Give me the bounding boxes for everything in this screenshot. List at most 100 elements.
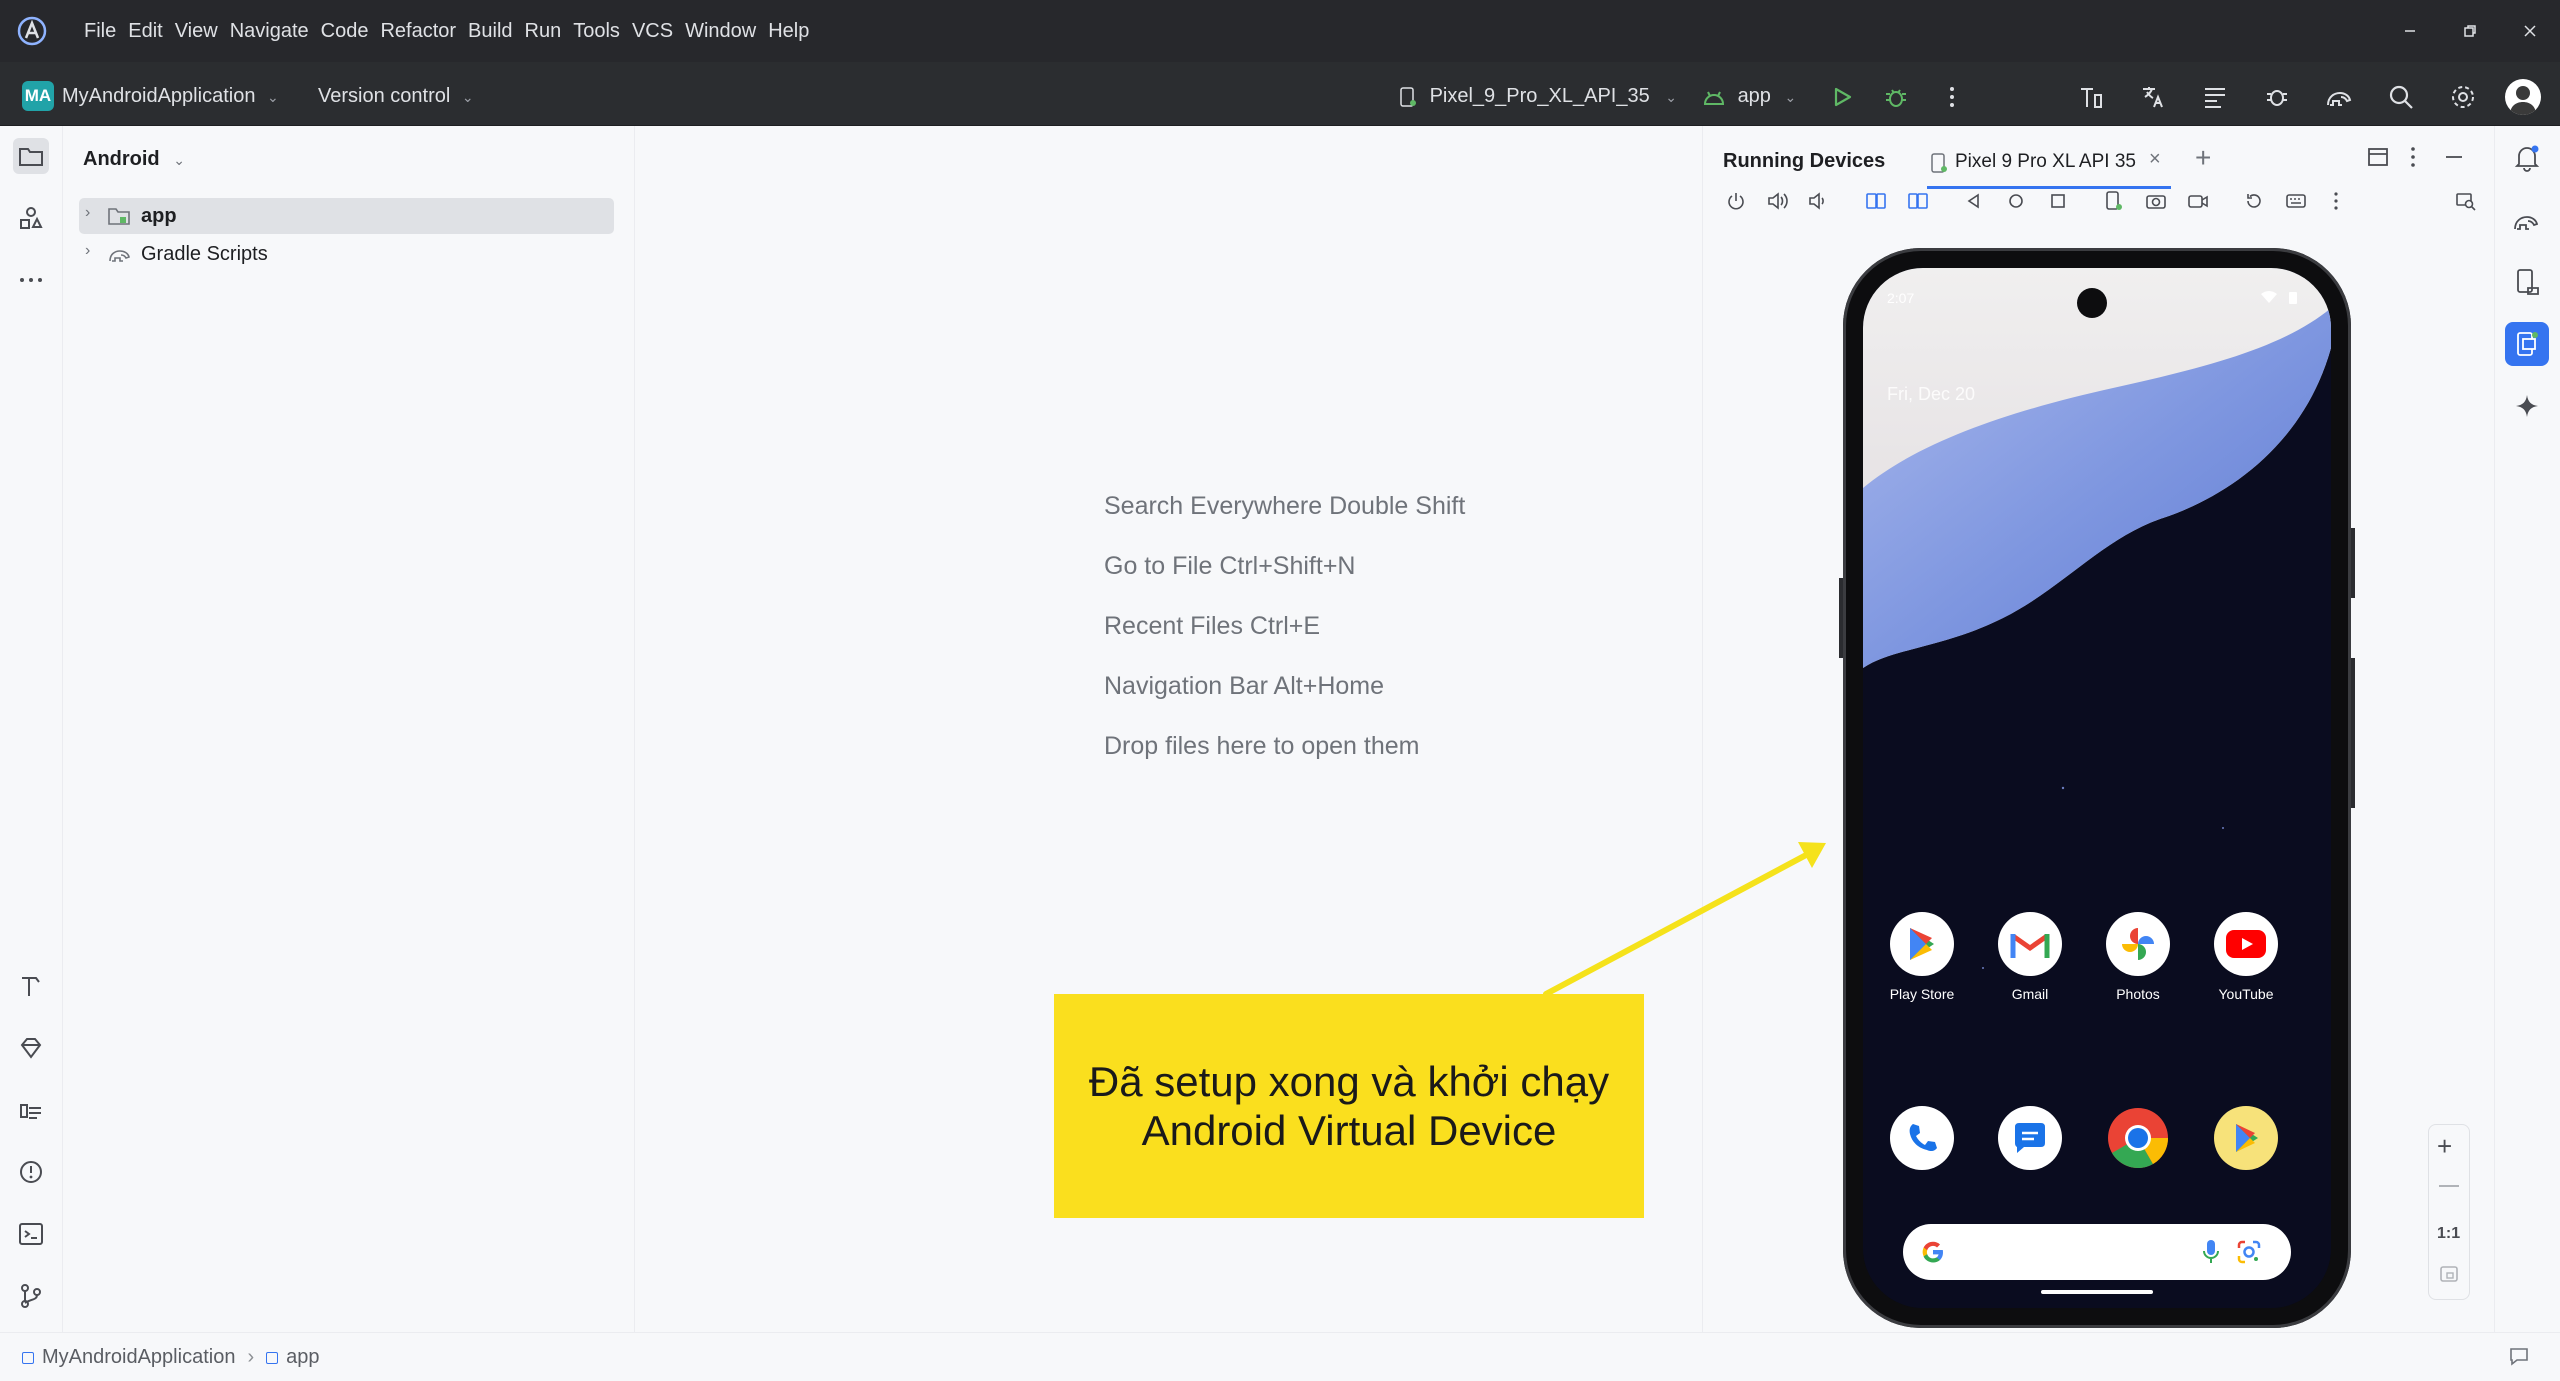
- menu-window[interactable]: Window: [685, 20, 756, 43]
- app-play-store[interactable]: Play Store: [1867, 912, 1977, 1002]
- record-screen-button[interactable]: [2183, 186, 2213, 216]
- module-folder-icon: [108, 208, 130, 225]
- rotate-left-button[interactable]: [1861, 186, 1891, 216]
- screenshot-button[interactable]: [2141, 186, 2171, 216]
- extended-controls-button[interactable]: [2281, 186, 2311, 216]
- gesture-navigation-handle[interactable]: [2041, 1290, 2153, 1294]
- app-youtube[interactable]: YouTube: [2191, 912, 2301, 1002]
- power-button[interactable]: [1721, 186, 1751, 216]
- more-actions-button[interactable]: [1934, 79, 1970, 115]
- terminal-tool-button[interactable]: [13, 1216, 49, 1252]
- more-horizontal-icon: [20, 278, 42, 282]
- dock-play-store[interactable]: [2191, 1106, 2301, 1170]
- play-store-icon: [1910, 928, 1934, 960]
- project-badge[interactable]: MA: [22, 81, 54, 111]
- version-control-tool-button[interactable]: [13, 1278, 49, 1314]
- device-manager-button[interactable]: [2505, 260, 2549, 304]
- more-vertical-icon: [1950, 87, 1954, 107]
- zoom-actual-size-button[interactable]: 1:1: [2437, 1225, 2460, 1243]
- menu-file[interactable]: File: [84, 20, 116, 43]
- menu-edit[interactable]: Edit: [128, 20, 162, 43]
- avatar[interactable]: [2505, 79, 2541, 115]
- menu-view[interactable]: View: [175, 20, 218, 43]
- app-inspection-button[interactable]: [13, 1092, 49, 1128]
- emulator-screen[interactable]: 2:07 Fri, Dec 20 Play Store Gmail Photos…: [1863, 268, 2331, 1308]
- back-button[interactable]: [1959, 186, 1989, 216]
- gemini-button[interactable]: [2505, 384, 2549, 428]
- zoom-out-button[interactable]: [2439, 1185, 2459, 1187]
- menu-vcs[interactable]: VCS: [632, 20, 673, 43]
- hide-panel-button[interactable]: [2443, 146, 2465, 168]
- run-config-selector[interactable]: app ⌄: [1702, 81, 1796, 111]
- breadcrumb-module[interactable]: app: [286, 1346, 319, 1369]
- gmail-icon: [2010, 933, 2050, 958]
- sync-gradle-button[interactable]: [2321, 79, 2357, 115]
- app-gmail[interactable]: Gmail: [1975, 912, 2085, 1002]
- menu-code[interactable]: Code: [321, 20, 369, 43]
- project-view-selector[interactable]: Android ⌄: [83, 148, 185, 171]
- minimize-button[interactable]: [2380, 0, 2440, 62]
- menu-refactor[interactable]: Refactor: [380, 20, 456, 43]
- volume-down-button[interactable]: [1803, 186, 1833, 216]
- android-icon: [1703, 91, 1725, 105]
- search-button[interactable]: [2383, 79, 2419, 115]
- device-settings-button[interactable]: [2099, 186, 2129, 216]
- problems-tool-button[interactable]: [13, 1154, 49, 1190]
- menu-build[interactable]: Build: [468, 20, 512, 43]
- dock-chrome[interactable]: [2083, 1106, 2193, 1170]
- home-button[interactable]: [2001, 186, 2031, 216]
- menu-help[interactable]: Help: [768, 20, 809, 43]
- notifications-button[interactable]: [2505, 136, 2549, 180]
- device-more-button[interactable]: [2321, 186, 2351, 216]
- gradle-tool-button[interactable]: [2505, 198, 2549, 242]
- structure-button[interactable]: [2197, 79, 2233, 115]
- settings-button[interactable]: [2445, 79, 2481, 115]
- dock-messages[interactable]: [1975, 1106, 2085, 1170]
- google-lens-icon[interactable]: [2235, 1238, 2263, 1266]
- close-window-button[interactable]: [2500, 0, 2560, 62]
- menu-navigate[interactable]: Navigate: [230, 20, 309, 43]
- google-search-bar[interactable]: [1903, 1224, 2291, 1280]
- microphone-icon[interactable]: [2201, 1238, 2221, 1266]
- project-name: MyAndroidApplication: [62, 85, 256, 107]
- version-control-menu[interactable]: Version control ⌄: [318, 81, 474, 111]
- status-widget-button[interactable]: [2508, 1345, 2530, 1367]
- zoom-fit-button[interactable]: [2439, 1265, 2459, 1283]
- more-tools-button[interactable]: [13, 262, 49, 298]
- resource-manager-button[interactable]: [13, 200, 49, 236]
- snapshot-button[interactable]: [2239, 186, 2269, 216]
- menu-run[interactable]: Run: [525, 20, 562, 43]
- history-icon: [2247, 194, 2261, 208]
- attach-debugger-button[interactable]: [2259, 79, 2295, 115]
- menu-tools[interactable]: Tools: [573, 20, 620, 43]
- device-tab[interactable]: Pixel 9 Pro XL API 35 ×: [1927, 142, 2171, 189]
- dock-phone[interactable]: [1867, 1106, 1977, 1170]
- device-selector[interactable]: Pixel_9_Pro_XL_API_35 ⌄: [1398, 81, 1677, 111]
- layout-button[interactable]: [2367, 146, 2389, 168]
- device-search-button[interactable]: [2451, 186, 2481, 216]
- rotate-right-button[interactable]: [1903, 186, 1933, 216]
- build-variants-button[interactable]: [2073, 79, 2109, 115]
- add-device-button[interactable]: +: [2195, 142, 2211, 174]
- project-tool-button[interactable]: [13, 138, 49, 174]
- app-photos[interactable]: Photos: [2083, 912, 2193, 1002]
- zoom-in-button[interactable]: +: [2437, 1133, 2452, 1159]
- running-devices-button[interactable]: [2505, 322, 2549, 366]
- translate-button[interactable]: [2135, 79, 2171, 115]
- gemini-tool-button[interactable]: [13, 1030, 49, 1066]
- volume-up-button[interactable]: [1763, 186, 1793, 216]
- restore-button[interactable]: [2440, 0, 2500, 62]
- tree-item-app[interactable]: › app: [79, 198, 614, 234]
- android-studio-logo-icon[interactable]: [16, 15, 48, 47]
- camera-icon: [2146, 195, 2166, 209]
- run-button[interactable]: [1824, 79, 1860, 115]
- debug-button[interactable]: [1878, 79, 1914, 115]
- close-tab-icon[interactable]: ×: [2149, 148, 2161, 171]
- breadcrumb-project[interactable]: MyAndroidApplication: [42, 1346, 235, 1369]
- panel-options-button[interactable]: [2409, 146, 2417, 168]
- build-tool-button[interactable]: [13, 968, 49, 1004]
- overview-button[interactable]: [2043, 186, 2073, 216]
- project-selector[interactable]: MyAndroidApplication ⌄: [62, 81, 279, 111]
- tree-item-gradle-scripts[interactable]: › Gradle Scripts: [79, 236, 675, 272]
- rotate-right-icon: [1908, 193, 1928, 209]
